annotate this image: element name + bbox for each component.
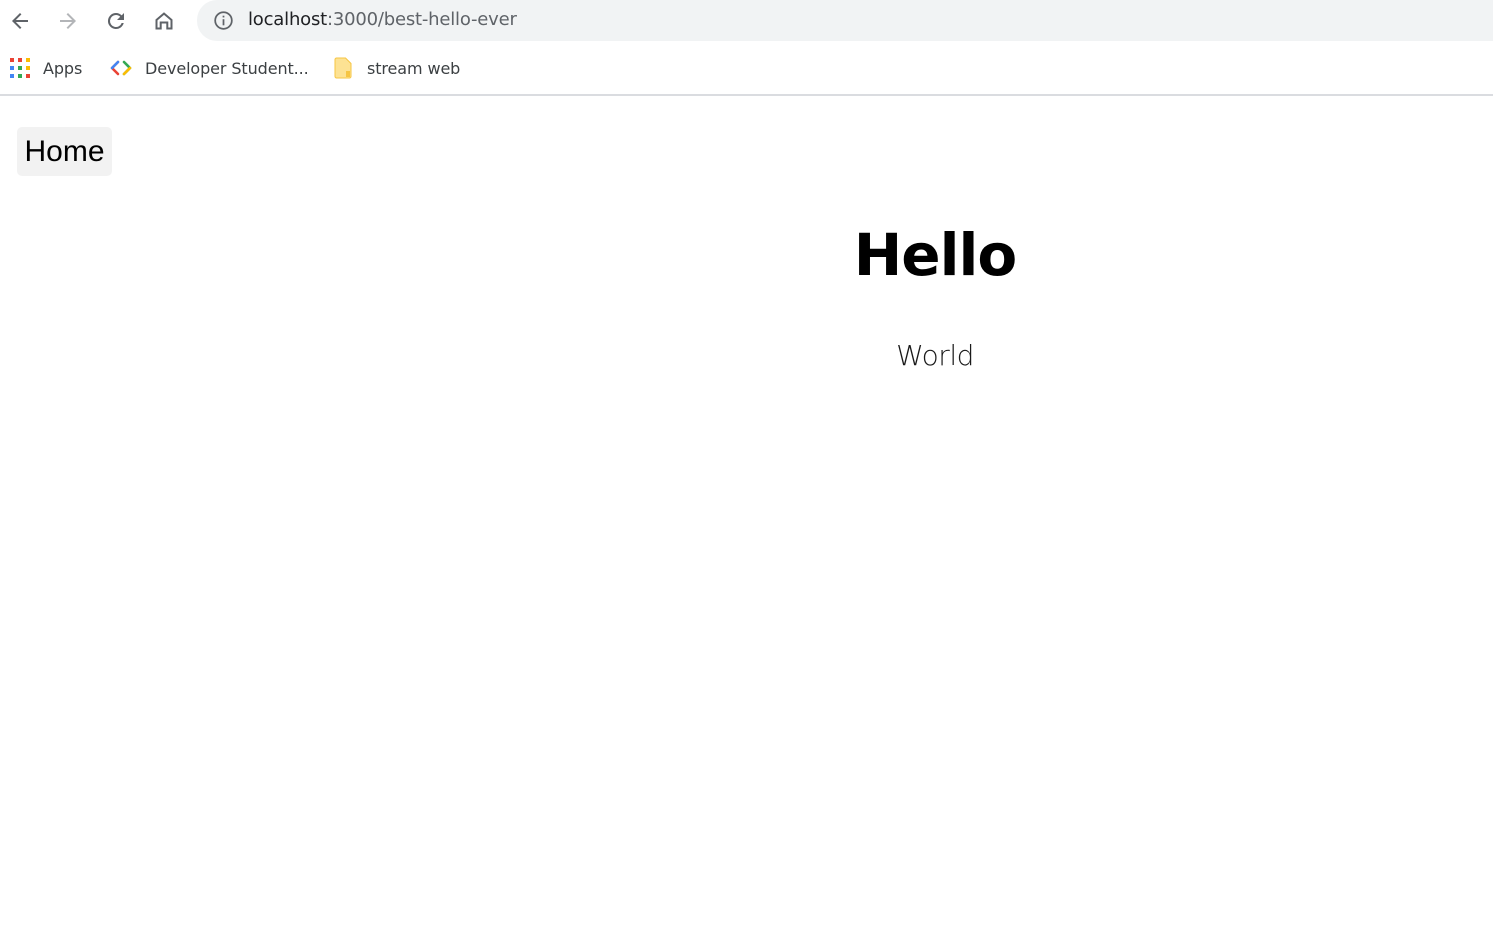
page-subheading: World xyxy=(896,339,974,372)
bookmark-developer-student[interactable]: Developer Student... xyxy=(110,54,309,82)
home-nav-button[interactable] xyxy=(147,4,181,38)
bookmark-stream-web[interactable]: stream web xyxy=(334,54,460,82)
forward-button[interactable] xyxy=(51,4,85,38)
info-circle-icon[interactable] xyxy=(213,10,234,31)
bookmarks-bar: Apps Developer Student... stream web xyxy=(0,42,1493,96)
page-heading: Hello xyxy=(853,221,1018,289)
arrow-right-icon xyxy=(60,13,76,29)
bookmark-label: Developer Student... xyxy=(145,58,309,78)
bookmark-label: stream web xyxy=(367,58,461,78)
reload-icon xyxy=(107,12,124,29)
home-icon xyxy=(155,12,173,30)
url-host: localhost xyxy=(248,9,327,30)
folder-icon xyxy=(334,57,352,79)
bookmark-apps[interactable]: Apps xyxy=(10,54,82,82)
back-button[interactable] xyxy=(3,4,37,38)
arrow-left-icon xyxy=(12,13,28,29)
home-button[interactable]: Home xyxy=(17,127,112,176)
developer-chevrons-icon xyxy=(110,60,132,76)
page-content: Home Hello World xyxy=(0,97,1493,950)
bookmark-label: Apps xyxy=(43,58,83,78)
url-path: :3000/best-hello-ever xyxy=(327,9,517,30)
reload-button[interactable] xyxy=(99,4,133,38)
browser-toolbar: localhost:3000/best-hello-ever xyxy=(0,0,1493,42)
apps-grid-icon xyxy=(10,58,30,78)
url-text[interactable]: localhost:3000/best-hello-ever xyxy=(248,9,517,31)
address-bar[interactable]: localhost:3000/best-hello-ever xyxy=(197,0,1493,41)
